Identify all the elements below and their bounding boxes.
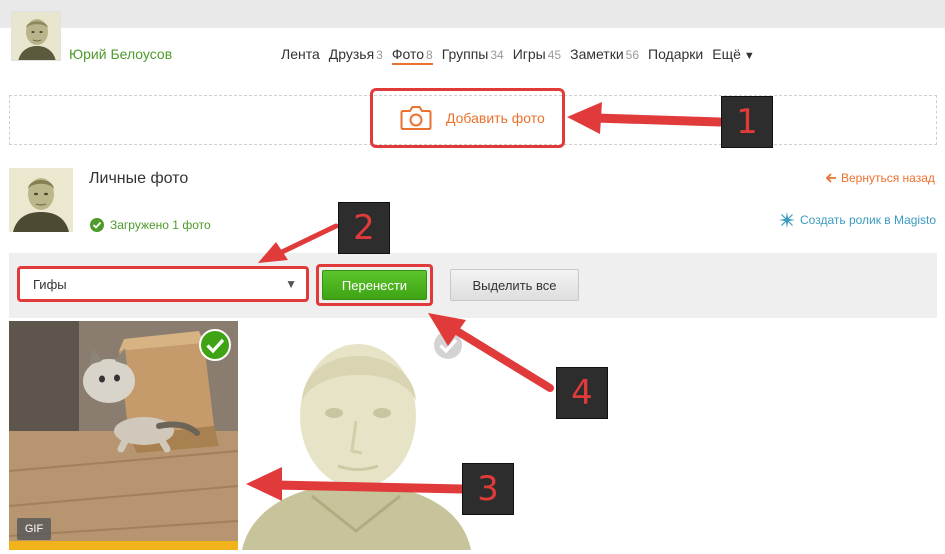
nav-count: 45 — [547, 48, 562, 62]
magisto-link-label: Создать ролик в Magisto — [800, 213, 937, 227]
avatar-portrait-icon — [12, 12, 60, 60]
nav-label: Лента — [281, 46, 320, 62]
album-select-value: Гифы — [33, 277, 67, 292]
nav-label: Фото — [391, 46, 425, 62]
nav-item-notes[interactable]: Заметки 56 — [570, 46, 639, 65]
user-avatar[interactable] — [11, 11, 61, 61]
magisto-link[interactable]: Создать ролик в Magisto — [779, 212, 936, 228]
nav-label: Ещё — [712, 46, 741, 62]
magisto-star-icon — [779, 212, 795, 228]
photo-progress-bar — [9, 541, 238, 550]
chevron-down-icon: ▼ — [743, 50, 755, 62]
camera-icon — [400, 106, 432, 130]
album-select[interactable]: Гифы ▼ — [17, 266, 309, 302]
callout-4: 4 — [556, 367, 608, 419]
nav-count: 34 — [490, 48, 504, 62]
callout-1: 1 — [721, 96, 773, 148]
user-name[interactable]: Юрий Белоусов — [69, 46, 172, 62]
nav-item-friends[interactable]: Друзья 3 — [329, 46, 383, 65]
upload-status-label: Загружено 1 фото — [110, 218, 211, 232]
callout-3: 3 — [462, 463, 514, 515]
checked-icon[interactable] — [199, 329, 231, 361]
nav-label: Заметки — [570, 46, 624, 62]
back-link[interactable]: Вернуться назад — [826, 171, 935, 185]
nav-item-feed[interactable]: Лента — [281, 46, 320, 65]
nav-label: Подарки — [648, 46, 704, 62]
nav-label: Группы — [441, 46, 489, 62]
upload-status: Загружено 1 фото — [90, 218, 211, 232]
album-title: Личные фото — [89, 170, 189, 187]
back-arrow-icon — [826, 173, 836, 183]
move-button[interactable]: Перенести — [322, 270, 427, 300]
album-portrait-icon — [9, 168, 73, 232]
select-all-button[interactable]: Выделить все — [450, 269, 579, 301]
photo-thumbnail-portrait[interactable] — [242, 321, 471, 550]
move-button-highlight: Перенести — [316, 264, 433, 306]
chevron-down-icon: ▼ — [285, 277, 297, 291]
unchecked-icon[interactable] — [432, 329, 464, 361]
nav-count: 56 — [625, 48, 640, 62]
page: Юрий Белоусов Лента Друзья 3 Фото 8 Груп… — [0, 0, 945, 554]
nav-count: 8 — [426, 48, 433, 62]
album-cover[interactable] — [9, 168, 73, 232]
check-circle-icon — [90, 218, 104, 232]
back-link-label: Вернуться назад — [841, 171, 935, 185]
nav-count: 3 — [376, 48, 383, 62]
add-photo-button[interactable]: Добавить фото — [370, 88, 565, 148]
add-photo-label: Добавить фото — [446, 110, 545, 126]
gif-badge: GIF — [17, 518, 51, 540]
nav-item-groups[interactable]: Группы 34 — [442, 46, 504, 65]
top-bar — [0, 0, 945, 28]
nav-item-games[interactable]: Игры 45 — [513, 46, 561, 65]
photo-thumbnail-gif[interactable]: GIF — [9, 321, 238, 550]
nav-item-gifts[interactable]: Подарки — [648, 46, 703, 65]
nav-item-more[interactable]: Ещё ▼ — [712, 46, 755, 65]
main-nav: Лента Друзья 3 Фото 8 Группы 34 Игры 45 … — [281, 46, 755, 65]
nav-label: Друзья — [328, 46, 375, 62]
nav-item-photos[interactable]: Фото 8 — [391, 46, 433, 65]
nav-label: Игры — [512, 46, 546, 62]
callout-2: 2 — [338, 202, 390, 254]
